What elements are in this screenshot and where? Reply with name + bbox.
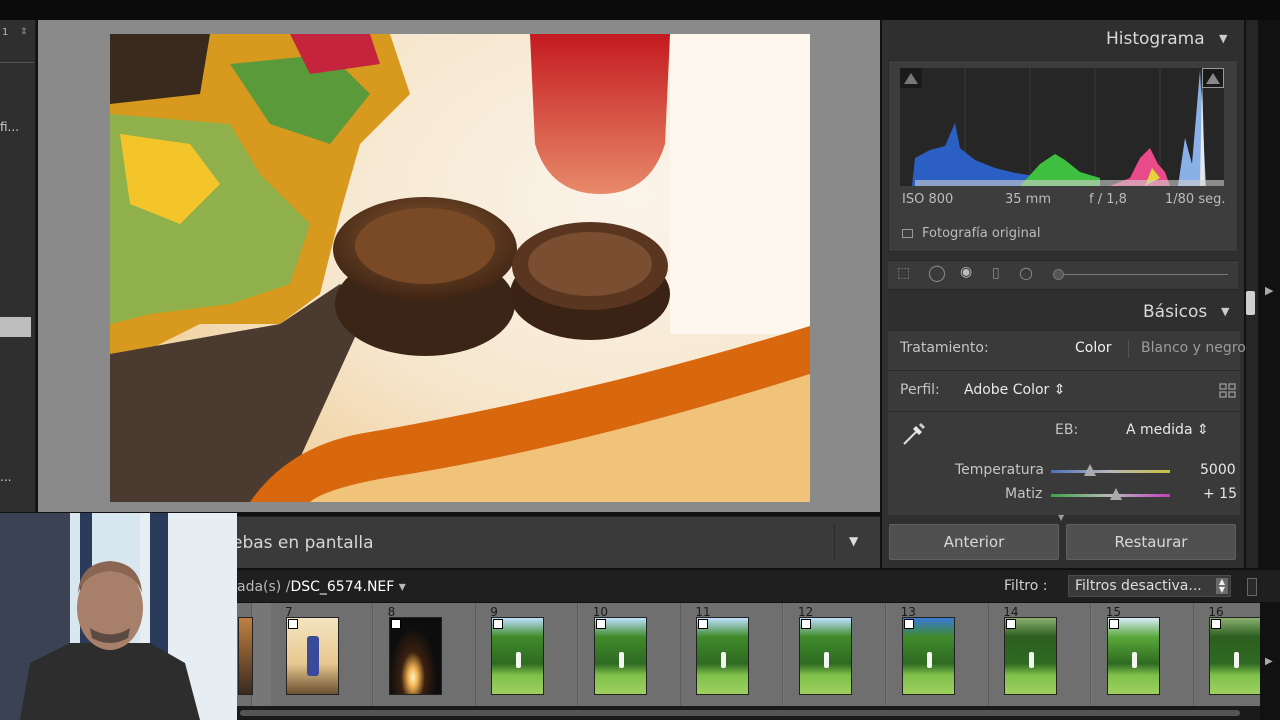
focal-length: 35 mm [1005, 192, 1052, 207]
thumbnail-badge-icon [1006, 619, 1017, 629]
histogram-title[interactable]: Histograma [1106, 29, 1205, 49]
basic-panel-title[interactable]: Básicos [1143, 302, 1207, 322]
histogram-graph[interactable] [900, 68, 1224, 186]
treatment-divider [1128, 340, 1129, 358]
thumbnail-figure [721, 652, 727, 668]
spot-removal-icon[interactable]: ◯ [928, 263, 946, 282]
treatment-color-option[interactable]: Color [1075, 340, 1112, 356]
profile-browser-grid-icon[interactable] [1219, 383, 1237, 399]
left-panel-item-truncated[interactable]: ... [0, 470, 11, 484]
filmstrip: 7 8 9 10 11 12 13 14 15 16 [237, 603, 1260, 706]
filmstrip-thumbnail[interactable] [238, 617, 253, 695]
tint-slider-knob[interactable] [1110, 488, 1123, 500]
photo-preview[interactable] [110, 34, 810, 502]
radial-filter-icon[interactable]: ○ [1019, 263, 1033, 282]
thumbnail-figure [516, 652, 522, 668]
collapse-triangle-icon[interactable]: ▼ [1219, 32, 1227, 45]
thumbnail-badge-icon [903, 619, 914, 629]
thumbnail-figure [824, 652, 829, 668]
thumbnail-badge-icon [390, 619, 401, 629]
right-panel-scroll-thumb[interactable] [1246, 291, 1255, 315]
spinner-arrows-icon[interactable]: ⇕ [20, 27, 28, 37]
treatment-label: Tratamiento: [900, 340, 989, 356]
thumbnail-figure [1131, 652, 1137, 668]
thumbnail-badge-icon [595, 619, 606, 629]
filmstrip-cell[interactable]: 13 [886, 603, 989, 706]
filmstrip-cell[interactable]: 9 [476, 603, 579, 706]
divider [888, 411, 1240, 412]
shadow-clipping-indicator[interactable] [900, 68, 922, 88]
thumbnail-badge-icon [493, 619, 504, 629]
brush-slider-knob[interactable] [1053, 269, 1064, 280]
thumbnail-badge-icon [801, 619, 811, 629]
temperature-slider[interactable] [1051, 470, 1170, 473]
filter-select-arrows-icon[interactable]: ▲ ▼ [1216, 578, 1228, 594]
filmstrip-path-prefix: ada(s) / [237, 579, 291, 595]
iso-value: ISO 800 [902, 192, 954, 207]
tint-value[interactable]: + 15 [1203, 486, 1237, 502]
toolbar-divider [834, 525, 835, 561]
filmstrip-next-arrow-icon[interactable]: ▶ [1265, 656, 1273, 667]
file-menu-icon[interactable]: ▾ [399, 579, 406, 595]
temperature-slider-knob[interactable] [1084, 464, 1097, 476]
filmstrip-cell[interactable]: 14 [989, 603, 1092, 706]
thumbnail-badge-icon [288, 619, 298, 629]
crop-icon[interactable]: ⬚ [897, 265, 910, 281]
chevron-down-icon[interactable]: ▼ [849, 534, 858, 548]
filmstrip-cell[interactable]: 16 [1194, 603, 1260, 706]
top-bar [0, 0, 1280, 20]
left-panel [0, 20, 36, 512]
current-file-name[interactable]: DSC_6574.NEF [290, 579, 394, 595]
treatment-bw-option[interactable]: Blanco y negro [1141, 340, 1246, 356]
webcam-overlay [0, 513, 237, 720]
filmstrip-cell[interactable]: 7 [271, 603, 373, 706]
left-panel-divider [0, 62, 34, 63]
filmstrip-cell[interactable]: 12 [784, 603, 886, 706]
thumbnail-bottle [307, 636, 319, 676]
filter-select[interactable]: Filtros desactiva... [1068, 575, 1231, 597]
thumbnail-figure [1029, 652, 1035, 668]
original-photo-label[interactable]: Fotografía original [922, 226, 1040, 241]
previous-settings-button[interactable]: Anterior [889, 524, 1059, 560]
aperture: f / 1,8 [1089, 192, 1127, 207]
scroll-down-icon[interactable]: ▼ [1058, 513, 1064, 522]
left-panel-selected-item[interactable] [0, 317, 31, 337]
thumbnail-badge-icon [1108, 619, 1119, 629]
eyedropper-icon[interactable] [898, 418, 928, 448]
left-panel-spinner[interactable]: 1 [2, 27, 8, 38]
collapse-triangle-icon[interactable]: ▼ [1221, 305, 1229, 318]
filmstrip-cell[interactable]: 10 [578, 603, 681, 706]
thumbnail-badge-icon [1211, 619, 1222, 629]
filmstrip-cell[interactable]: 8 [373, 603, 476, 706]
filmstrip-cell[interactable]: 15 [1091, 603, 1194, 706]
white-balance-label: EB: [1055, 422, 1079, 438]
temperature-label: Temperatura [955, 462, 1044, 478]
highlight-clipping-indicator[interactable] [1202, 68, 1224, 88]
thumbnail-figure [926, 652, 932, 668]
filter-label: Filtro : [1004, 578, 1048, 594]
filmstrip-cell[interactable]: 11 [681, 603, 784, 706]
temperature-value[interactable]: 5000 [1200, 462, 1236, 478]
thumbnail-figure [1234, 652, 1240, 668]
tint-label: Matiz [1005, 486, 1043, 502]
toolbar-label: ebas en pantalla [232, 533, 374, 553]
filmstrip-toggle[interactable] [1247, 578, 1257, 596]
brush-slider-track[interactable] [1058, 274, 1228, 275]
filmstrip-cell[interactable] [237, 603, 253, 706]
shutter-speed: 1/80 seg. [1165, 192, 1226, 207]
profile-select[interactable]: Adobe Color ⇕ [964, 382, 1065, 398]
thumbnail-figure [618, 652, 624, 668]
reset-button[interactable]: Restaurar [1066, 524, 1236, 560]
white-balance-select[interactable]: A medida ⇕ [1126, 422, 1209, 438]
original-photo-checkbox[interactable] [902, 229, 913, 238]
graduated-filter-icon[interactable]: ▯ [992, 265, 1000, 281]
filmstrip-scrollbar[interactable] [240, 710, 1240, 716]
thumbnail-badge-icon [698, 619, 709, 629]
red-eye-icon[interactable]: ◉ [960, 264, 972, 280]
left-panel-item[interactable]: fi... [0, 120, 19, 134]
filmstrip-source-path[interactable]: ada(s) /DSC_6574.NEF ▾ [237, 579, 406, 595]
profile-label: Perfil: [900, 382, 940, 398]
divider [888, 370, 1240, 371]
panel-expand-arrow-icon[interactable]: ▶ [1265, 284, 1273, 297]
